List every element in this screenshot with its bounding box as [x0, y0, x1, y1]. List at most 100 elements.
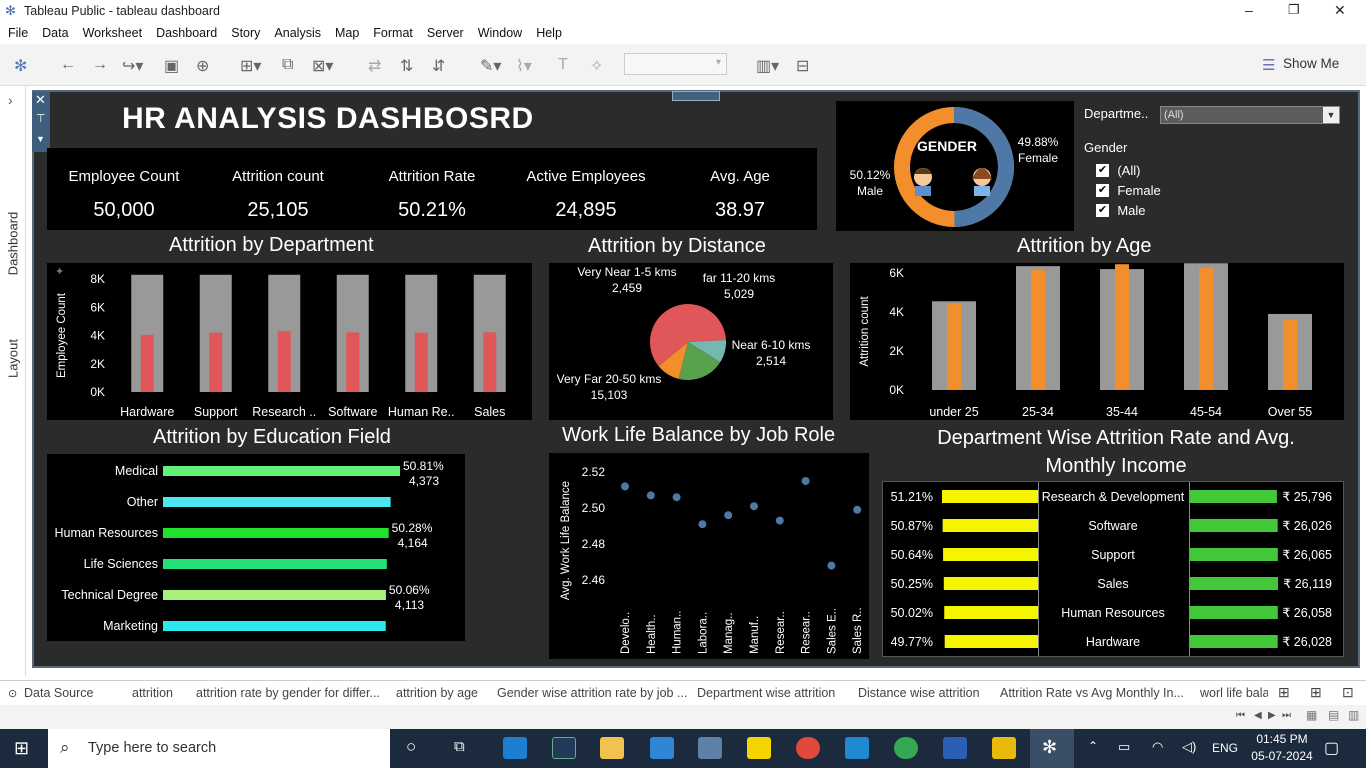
menu-dashboard[interactable]: Dashboard [148, 22, 223, 40]
grid-view-icon[interactable]: ▦ [1306, 708, 1317, 722]
file-explorer-icon[interactable] [600, 737, 624, 759]
option-label: (All) [1117, 163, 1141, 179]
clock-time[interactable]: 01:45 PM [1252, 732, 1312, 746]
attach-icon[interactable]: ⌇▾ [516, 56, 532, 76]
chrome-profile-icon[interactable] [894, 737, 918, 759]
side-tab-dashboard[interactable]: Dashboard [6, 209, 21, 279]
department-label: Support [1091, 548, 1135, 562]
undo-icon[interactable]: ← [60, 56, 76, 74]
tab-distance-wise-attrition[interactable]: Distance wise attrition [858, 686, 980, 700]
word-icon[interactable] [943, 737, 967, 759]
tab-work-life-balance[interactable]: worl life bala [1200, 686, 1268, 700]
tab-attrition-rate-by-gender[interactable]: attrition rate by gender for differ... [196, 686, 380, 700]
tab-attrition-rate-vs-income[interactable]: Attrition Rate vs Avg Monthly In... [1000, 686, 1184, 700]
sort-descending-icon[interactable]: ⇵ [432, 56, 445, 76]
tab-attrition-by-age[interactable]: attrition by age [396, 686, 478, 700]
remove-object-icon[interactable]: ✕ [35, 92, 46, 108]
gender-option-all[interactable]: ✔ (All) [1096, 163, 1140, 178]
new-worksheet-tab-icon[interactable]: ⊞ [1278, 684, 1290, 701]
wifi-icon[interactable]: ◠ [1152, 739, 1163, 755]
kpi-label: Attrition count [232, 168, 324, 185]
title-bar: ✻ Tableau Public - tableau dashboard – ❐… [0, 0, 1366, 22]
drag-handle[interactable] [672, 91, 720, 101]
checkbox-male[interactable]: ✔ [1096, 204, 1109, 218]
new-dashboard-tab-icon[interactable]: ⊞ [1310, 684, 1322, 701]
swap-icon[interactable]: ⇄ [368, 56, 381, 76]
filmstrip-view-icon[interactable]: ▤ [1328, 708, 1339, 722]
restore-button[interactable]: ❐ [1288, 2, 1300, 18]
clock-date[interactable]: 05-07-2024 [1247, 749, 1317, 763]
menu-map[interactable]: Map [327, 22, 365, 40]
chrome-icon[interactable] [796, 737, 820, 759]
object-menu-icon[interactable]: ▼ [36, 134, 45, 144]
minimize-button[interactable]: – [1245, 2, 1253, 18]
mail-icon[interactable] [650, 737, 674, 759]
checkbox-female[interactable]: ✔ [1096, 184, 1109, 198]
female-arc [953, 107, 1015, 227]
department-filter-dropdown[interactable]: (All) ▼ [1160, 106, 1340, 124]
sticky-notes-icon[interactable] [747, 737, 771, 759]
replay-icon[interactable]: ↪▾ [122, 56, 143, 76]
new-story-tab-icon[interactable]: ⊡ [1342, 684, 1354, 701]
highlight-icon[interactable]: ✎▾ [480, 56, 501, 76]
cards-icon[interactable]: ▥▾ [756, 56, 779, 76]
tab-attrition[interactable]: attrition [132, 686, 173, 700]
menu-window[interactable]: Window [470, 22, 528, 40]
language-indicator[interactable]: ENG [1212, 741, 1238, 755]
pin-icon[interactable]: ✧ [590, 56, 603, 76]
menu-format[interactable]: Format [365, 22, 419, 40]
close-window-button[interactable]: ✕ [1334, 2, 1346, 19]
tab-data-source[interactable]: Data Source [24, 686, 93, 700]
tab-department-wise-attrition[interactable]: Department wise attrition [697, 686, 835, 700]
menu-help[interactable]: Help [528, 22, 568, 40]
notification-icon[interactable]: ▢ [1324, 738, 1339, 758]
tab-gender-wise-attrition[interactable]: Gender wise attrition rate by job ... [497, 686, 687, 700]
next-sheet-icon[interactable]: ▶ [1268, 710, 1276, 721]
first-sheet-icon[interactable]: ⏮ [1236, 710, 1245, 721]
menu-server[interactable]: Server [419, 22, 470, 40]
pin-icon[interactable]: ✦ [55, 265, 64, 278]
powerbi-icon[interactable] [992, 737, 1016, 759]
last-sheet-icon[interactable]: ⏭ [1282, 710, 1291, 721]
tableau-home-icon[interactable]: ✻ [14, 56, 27, 76]
checkbox-all[interactable]: ✔ [1096, 164, 1109, 178]
menu-worksheet[interactable]: Worksheet [75, 22, 149, 40]
menu-analysis[interactable]: Analysis [266, 22, 327, 40]
prev-sheet-icon[interactable]: ◀ [1254, 710, 1262, 721]
redo-icon[interactable]: → [92, 56, 108, 74]
network-app-icon[interactable] [698, 737, 722, 759]
fit-dropdown[interactable]: ▾ [624, 53, 727, 75]
taskbar-search-box[interactable]: ⌕ Type here to search [48, 729, 390, 768]
gender-option-female[interactable]: ✔ Female [1096, 183, 1161, 198]
battery-icon[interactable]: ▭ [1118, 739, 1130, 755]
tableau-taskbar-icon[interactable]: ✻ [1030, 729, 1074, 768]
cortana-icon[interactable]: ○ [406, 737, 416, 757]
menu-story[interactable]: Story [223, 22, 266, 40]
tabs-view-icon[interactable]: ▥ [1348, 708, 1359, 722]
windows-start-icon[interactable]: ⊞ [14, 738, 29, 759]
clear-sheet-icon[interactable]: ⊠▾ [312, 56, 333, 76]
vscode-icon[interactable] [845, 737, 869, 759]
show-me-icon[interactable]: ☰ [1262, 56, 1275, 74]
gender-option-male[interactable]: ✔ Male [1096, 203, 1146, 218]
expand-panel-icon[interactable]: › [8, 92, 13, 108]
task-view-icon[interactable]: ⧉ [454, 738, 465, 755]
text-icon[interactable]: T [558, 56, 568, 74]
presentation-icon[interactable]: ⊟ [796, 56, 809, 76]
new-datasource-icon[interactable]: ⊕ [196, 56, 209, 76]
pin-object-icon[interactable]: ⊤ [36, 112, 46, 125]
menu-data[interactable]: Data [34, 22, 74, 40]
new-worksheet-icon[interactable]: ⊞▾ [240, 56, 261, 76]
volume-icon[interactable]: ◁) [1182, 739, 1196, 755]
save-icon[interactable]: ▣ [164, 56, 179, 76]
datasource-icon[interactable]: ⊙ [8, 687, 17, 700]
media-app-icon[interactable] [552, 737, 576, 759]
duplicate-icon[interactable]: ⧉ [282, 56, 293, 74]
tray-expand-icon[interactable]: ⌃ [1088, 739, 1098, 753]
edge-icon[interactable] [503, 737, 527, 759]
show-me-button[interactable]: Show Me [1283, 56, 1339, 71]
dropdown-arrow-icon: ▼ [1323, 107, 1339, 123]
side-tab-layout[interactable]: Layout [6, 324, 21, 394]
sort-ascending-icon[interactable]: ⇅ [400, 56, 413, 76]
menu-file[interactable]: File [0, 22, 34, 40]
